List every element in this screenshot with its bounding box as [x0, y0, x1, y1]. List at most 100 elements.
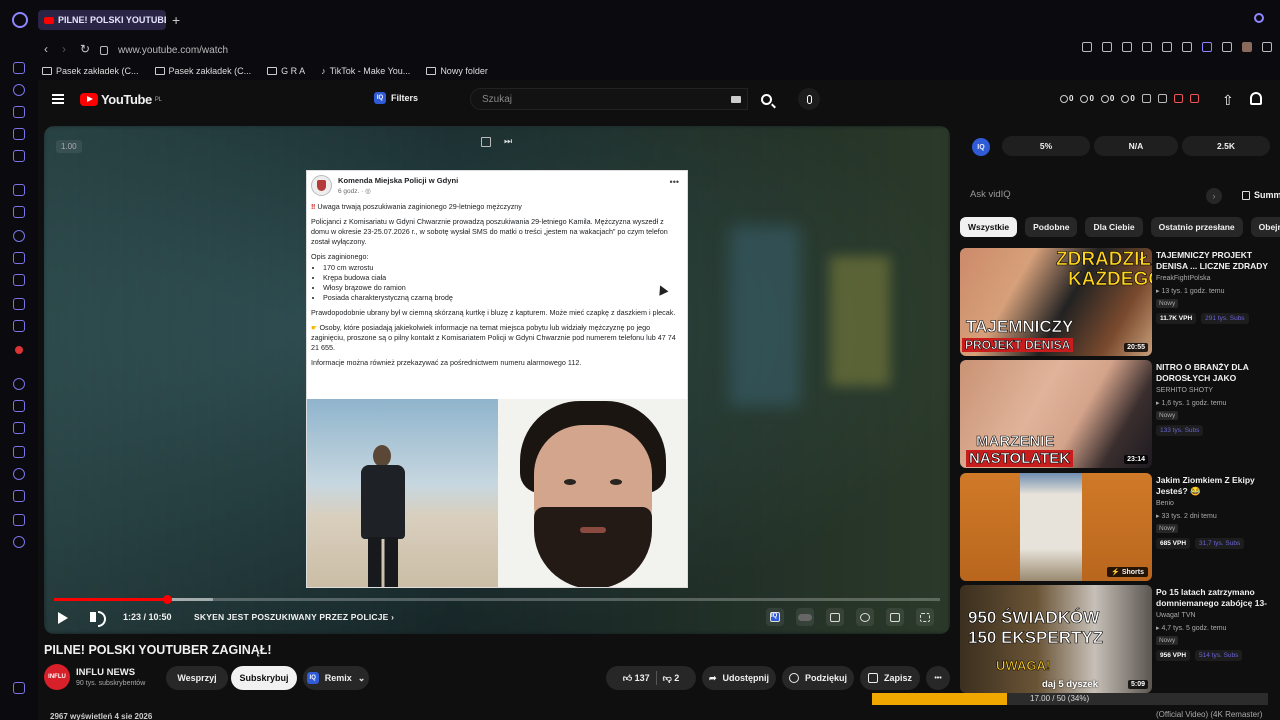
- new-tab-button[interactable]: +: [172, 12, 180, 28]
- channel-avatar[interactable]: INFLU: [44, 664, 70, 690]
- fullscreen-button[interactable]: [916, 608, 934, 626]
- ai-icon[interactable]: [1162, 42, 1172, 52]
- discord-icon[interactable]: [13, 252, 25, 264]
- counter[interactable]: 0: [1060, 94, 1073, 103]
- rec-channel[interactable]: Benio: [1156, 500, 1174, 507]
- snapshot-icon[interactable]: [1122, 42, 1132, 52]
- upload-icon[interactable]: ⇧: [1222, 92, 1234, 109]
- notifications-bell-icon[interactable]: [1250, 92, 1262, 105]
- menu-icon[interactable]: [52, 94, 64, 104]
- tab-search-icon[interactable]: [1254, 13, 1264, 23]
- zoom-icon[interactable]: [1082, 42, 1092, 52]
- chip-watched[interactable]: Obejrzane: [1250, 217, 1280, 237]
- music-icon[interactable]: [13, 378, 25, 390]
- player-icon[interactable]: [13, 128, 25, 140]
- play-icon[interactable]: [58, 612, 68, 624]
- counter[interactable]: 0: [1121, 94, 1135, 103]
- bookmark-folder[interactable]: G R A: [267, 66, 305, 76]
- voice-search-button[interactable]: [798, 88, 820, 110]
- recommendation-item[interactable]: 950 ŚWIADKÓW 150 EKSPERTYZ UWAGA! 5:09 P…: [960, 585, 1280, 693]
- bell-off-extension-icon[interactable]: [1189, 94, 1199, 103]
- video-thumbnail[interactable]: ZDRADZIŁA KAŻDEGO? TAJEMNICZY PROJEKT DE…: [960, 248, 1152, 356]
- extensions-sidebar-icon[interactable]: [13, 514, 25, 526]
- clock-icon[interactable]: [13, 468, 25, 480]
- opera-logo-icon[interactable]: [12, 12, 28, 28]
- workspace-icon[interactable]: [13, 62, 25, 74]
- search-input[interactable]: Szukaj: [470, 88, 748, 110]
- rec-channel[interactable]: Uwaga! TVN: [1156, 612, 1196, 619]
- youtube-logo[interactable]: YouTube PL: [80, 92, 162, 107]
- twitch-icon[interactable]: [13, 184, 25, 196]
- reload-icon[interactable]: ↻: [80, 42, 90, 56]
- counter[interactable]: 0: [1080, 94, 1094, 103]
- playback-speed-label[interactable]: 1.00: [56, 140, 82, 153]
- profile-avatar-icon[interactable]: [1242, 42, 1252, 52]
- wallet-icon[interactable]: [13, 106, 25, 118]
- play-extension-icon[interactable]: [1182, 42, 1192, 52]
- theater-button[interactable]: [886, 608, 904, 626]
- stat-pill[interactable]: N/A: [1094, 136, 1178, 156]
- miniplayer-icon[interactable]: [481, 137, 491, 147]
- heart-sidebar-icon[interactable]: [13, 422, 25, 434]
- heart-icon[interactable]: [1202, 42, 1212, 52]
- instagram-icon[interactable]: [13, 274, 25, 286]
- rec-title[interactable]: Po 15 latach zatrzymano domniemanego zab…: [1156, 587, 1280, 609]
- autoplay-toggle[interactable]: [796, 608, 814, 626]
- save-button[interactable]: Zapisz: [860, 666, 920, 690]
- rec-title-partial[interactable]: (Official Video) (4K Remaster): [1156, 710, 1262, 719]
- download-icon[interactable]: [1262, 42, 1272, 52]
- chapter-button[interactable]: SKYEN JEST POSZUKIWANY PRZEZ POLICJE ›: [194, 612, 394, 622]
- ask-vidiq-input[interactable]: Ask vidIQ: [960, 182, 1230, 208]
- percent-icon[interactable]: [13, 206, 25, 218]
- chip-all[interactable]: Wszystkie: [960, 217, 1018, 237]
- bookmark-folder[interactable]: Nowy folder: [426, 66, 488, 76]
- x-icon[interactable]: [13, 298, 25, 310]
- settings-icon[interactable]: [13, 536, 25, 548]
- forward-arrow-icon[interactable]: ›: [62, 42, 66, 56]
- thanks-button[interactable]: Podziękuj: [782, 666, 854, 690]
- video-thumbnail[interactable]: 950 ŚWIADKÓW 150 EKSPERTYZ UWAGA! 5:09: [960, 585, 1152, 693]
- recommendation-item[interactable]: ZDRADZIŁA KAŻDEGO? TAJEMNICZY PROJEKT DE…: [960, 248, 1280, 356]
- ask-submit-button[interactable]: ›: [1206, 188, 1222, 204]
- settings-button[interactable]: [856, 608, 874, 626]
- telegram-icon[interactable]: [13, 320, 25, 332]
- list-extension-icon[interactable]: [1141, 94, 1151, 103]
- chip-similar[interactable]: Podobne: [1025, 217, 1078, 237]
- crypto-icon[interactable]: [13, 150, 25, 162]
- rec-title[interactable]: Jakim Ziomkiem Z Ekipy Jesteś? 😂: [1156, 475, 1280, 497]
- subscribe-button[interactable]: Subskrybuj: [231, 666, 297, 690]
- support-button[interactable]: Wesprzyj: [166, 666, 228, 690]
- messenger-icon[interactable]: [13, 230, 25, 242]
- bookmark-folder[interactable]: Pasek zakładek (C...: [154, 66, 251, 76]
- alert-extension-icon[interactable]: [1173, 94, 1183, 103]
- chip-recent[interactable]: Ostatnio przesłane: [1150, 217, 1243, 237]
- video-player[interactable]: 1.00 ⏭ Komenda Miejska Policji w Gdyni 6…: [44, 126, 950, 634]
- search-button[interactable]: [748, 88, 784, 110]
- share-button[interactable]: ➦ Udostępnij: [702, 666, 776, 690]
- video-thumbnail[interactable]: MARZENIE NASTOLATEK 23:14: [960, 360, 1152, 468]
- recommendation-item[interactable]: MARZENIE NASTOLATEK 23:14 NITRO O BRANŻY…: [960, 360, 1280, 468]
- subtitles-button[interactable]: [826, 608, 844, 626]
- remix-button[interactable]: IQ Remix ⌄: [303, 666, 369, 690]
- stat-pill[interactable]: 2.5K: [1182, 136, 1270, 156]
- dislike-button[interactable]: 👎︎ 2: [663, 673, 680, 684]
- stat-pill[interactable]: 5%: [1002, 136, 1090, 156]
- like-button[interactable]: 👍︎ 137: [623, 673, 650, 684]
- more-actions-button[interactable]: •••: [926, 666, 950, 690]
- vidiq-player-button[interactable]: IQ: [766, 608, 784, 626]
- counter[interactable]: 0: [1100, 94, 1114, 103]
- history-list-icon[interactable]: [13, 446, 25, 458]
- rec-channel[interactable]: SERHITO SHOTY: [1156, 387, 1213, 394]
- aria-icon[interactable]: [13, 84, 25, 96]
- recommendation-item[interactable]: ⚡ Shorts Jakim Ziomkiem Z Ekipy Jesteś? …: [960, 473, 1280, 581]
- skip-icon[interactable]: ⏭: [504, 136, 514, 146]
- extensions-icon[interactable]: [1222, 42, 1232, 52]
- browser-tab[interactable]: PILNE! POLSKI YOUTUBER ZAGINĄŁ!: [38, 10, 166, 30]
- bookmark-link[interactable]: ♪ TikTok - Make You...: [321, 66, 410, 76]
- summary-button[interactable]: Summ: [1242, 190, 1280, 200]
- rec-channel[interactable]: FreakFightPolska: [1156, 275, 1210, 282]
- rec-title[interactable]: NITRO O BRANŻY DLA DOROSŁYCH JAKO MARZEN…: [1156, 362, 1280, 384]
- channel-name[interactable]: INFLU NEWS: [76, 667, 135, 678]
- pin-icon[interactable]: [1102, 42, 1112, 52]
- back-arrow-icon[interactable]: ‹: [44, 42, 48, 56]
